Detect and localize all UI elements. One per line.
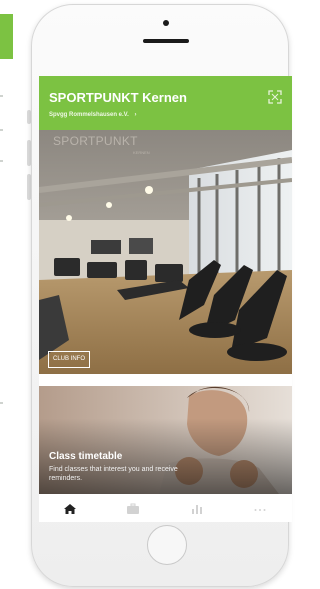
expand-icon[interactable] — [268, 90, 282, 104]
app-header: SPORTPUNKT Kernen Spvgg Rommelshausen e.… — [39, 76, 292, 130]
chevron-right-icon: › — [134, 112, 137, 118]
briefcase-icon — [127, 503, 139, 514]
tab-progress[interactable] — [190, 502, 204, 514]
class-timetable-card[interactable]: Class timetable Find classes that intere… — [39, 386, 292, 494]
tab-home[interactable] — [63, 502, 77, 514]
edge-tick — [0, 95, 3, 97]
club-selector[interactable]: Spvgg Rommelshausen e.V. › — [49, 112, 136, 118]
edge-tick — [0, 129, 3, 131]
edge-accent-block — [0, 14, 13, 59]
bottom-tab-bar — [39, 494, 292, 522]
class-timetable-title: Class timetable — [49, 451, 123, 462]
club-info-button[interactable]: CLUB INFO — [48, 351, 91, 368]
phone-home-button[interactable] — [147, 525, 187, 565]
gym-interior-photo — [39, 130, 292, 374]
phone-speaker — [143, 39, 189, 43]
gym-hero-image[interactable]: SPORTPUNKT KERNEN CLUB INFO — [39, 130, 292, 374]
edge-tick — [0, 402, 3, 404]
logo-subtitle: KERNEN — [133, 150, 150, 155]
phone-camera — [163, 20, 169, 26]
class-timetable-description: Find classes that interest you and recei… — [49, 466, 178, 482]
tab-bookings[interactable] — [126, 502, 140, 514]
home-icon — [64, 504, 76, 514]
app-title: SPORTPUNKT Kernen — [49, 90, 187, 105]
bar-chart-icon — [192, 505, 202, 514]
club-name: Spvgg Rommelshausen e.V. — [49, 112, 129, 118]
phone-screen: SPORTPUNKT Kernen Spvgg Rommelshausen e.… — [39, 76, 292, 522]
sportpunkt-logo: SPORTPUNKT — [53, 134, 138, 148]
edge-tick — [0, 160, 3, 162]
more-icon — [254, 509, 266, 511]
tab-more[interactable] — [253, 502, 267, 514]
